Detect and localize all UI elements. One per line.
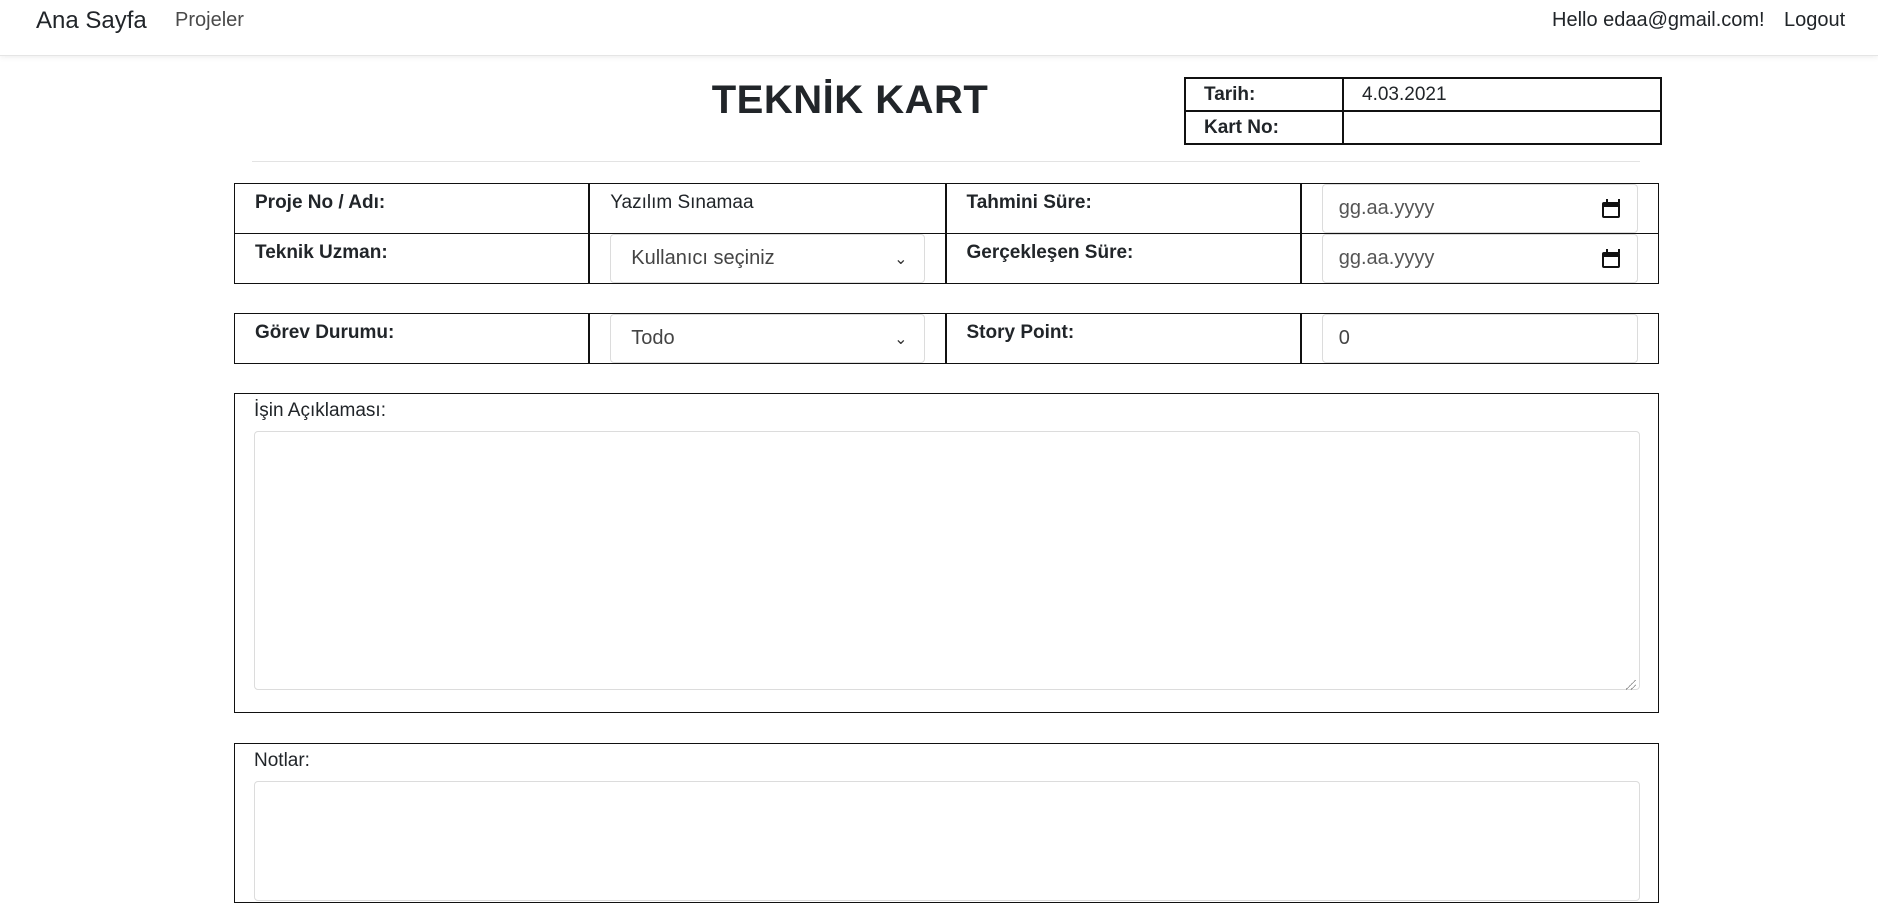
nav-projects-link[interactable]: Projeler (175, 9, 244, 32)
estimated-duration-label: Tahmini Süre: (947, 184, 1302, 233)
story-point-label: Story Point: (947, 314, 1302, 363)
actual-duration-input[interactable]: gg.aa.yyyy (1321, 234, 1638, 283)
date-value: 4.03.2021 (1342, 77, 1662, 112)
status-selected: Todo (631, 327, 675, 349)
expert-select[interactable]: Kullanıcı seçiniz ⌄ (610, 234, 925, 283)
expert-selected: Kullanıcı seçiniz (631, 247, 775, 269)
estimated-duration-input[interactable]: gg.aa.yyyy (1321, 184, 1638, 233)
expert-cell: Kullanıcı seçiniz ⌄ (590, 234, 947, 283)
notes-label: Notlar: (254, 750, 310, 771)
actual-duration-placeholder: gg.aa.yyyy (1338, 247, 1435, 269)
card-no-value (1342, 110, 1662, 145)
story-point-cell: 0 (1302, 314, 1658, 363)
project-value: Yazılım Sınamaa (590, 184, 947, 233)
card-no-label: Kart No: (1184, 110, 1344, 145)
chevron-down-icon: ⌄ (894, 250, 908, 268)
description-label: İşin Açıklaması: (254, 400, 386, 421)
estimated-duration-cell: gg.aa.yyyy (1302, 184, 1658, 233)
story-point-input[interactable]: 0 (1321, 314, 1638, 363)
card-meta-table: Tarih: 4.03.2021 Kart No: (1184, 77, 1662, 145)
resize-handle-icon[interactable] (1626, 680, 1636, 690)
actual-duration-label: Gerçekleşen Süre: (947, 234, 1302, 283)
form-row-expert: Teknik Uzman: Kullanıcı seçiniz ⌄ Gerçek… (234, 233, 1659, 284)
status-cell: Todo ⌄ (590, 314, 947, 363)
user-greeting-link[interactable]: Hello edaa@gmail.com! (1552, 9, 1765, 32)
notes-textarea[interactable] (254, 781, 1640, 901)
page-title: TEKNİK KART (711, 78, 989, 122)
status-label: Görev Durumu: (235, 314, 591, 363)
nav-brand-link[interactable]: Ana Sayfa (36, 7, 147, 35)
expert-label: Teknik Uzman: (235, 234, 591, 283)
top-navbar: Ana Sayfa Projeler Hello edaa@gmail.com!… (0, 0, 1878, 56)
form-row-project: Proje No / Adı: Yazılım Sınamaa Tahmini … (234, 183, 1659, 234)
notes-section: Notlar: (234, 743, 1659, 903)
estimated-duration-placeholder: gg.aa.yyyy (1338, 197, 1435, 219)
description-textarea[interactable] (254, 431, 1640, 690)
date-label: Tarih: (1184, 77, 1344, 112)
logout-link[interactable]: Logout (1784, 9, 1845, 32)
divider (252, 161, 1640, 162)
form-row-status: Görev Durumu: Todo ⌄ Story Point: 0 (234, 313, 1659, 364)
calendar-icon[interactable] (1601, 248, 1621, 269)
chevron-down-icon: ⌄ (894, 330, 908, 348)
project-label: Proje No / Adı: (235, 184, 591, 233)
description-section: İşin Açıklaması: (234, 393, 1659, 713)
status-select[interactable]: Todo ⌄ (610, 314, 925, 363)
actual-duration-cell: gg.aa.yyyy (1302, 234, 1658, 283)
calendar-icon[interactable] (1601, 198, 1621, 219)
story-point-value: 0 (1338, 327, 1350, 349)
